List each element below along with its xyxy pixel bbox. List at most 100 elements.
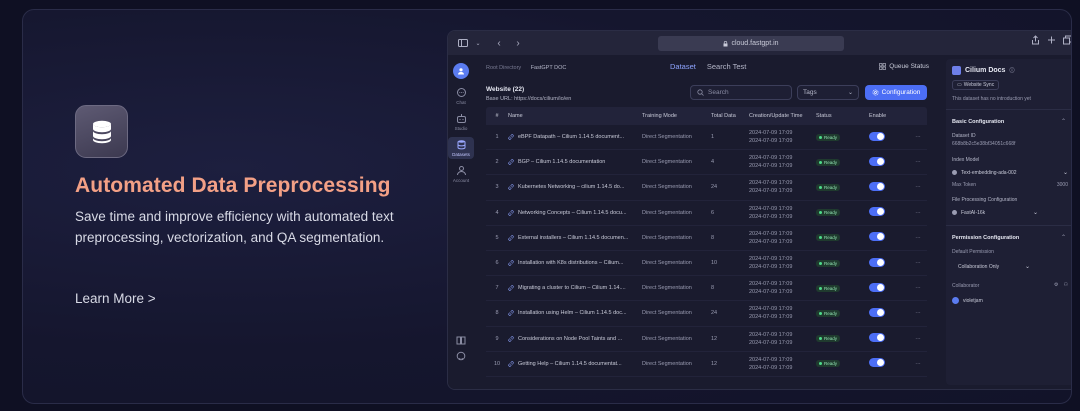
url-bar[interactable]: cloud.fastgpt.in [658, 36, 844, 51]
row-index: 10 [493, 360, 501, 367]
default-permission-label: Default Permission [952, 249, 994, 255]
table-row[interactable]: 2 BGP – Cilium 1.14.5 documentation Direct… [486, 150, 927, 176]
sidebar-toggle-icon[interactable] [456, 36, 470, 50]
nav-item-studio[interactable]: Studio [448, 113, 474, 131]
enable-toggle[interactable] [869, 156, 885, 166]
chevron-down-icon[interactable]: ⌄ [475, 36, 481, 50]
dataset-id-label: Dataset ID [952, 133, 976, 139]
table-row[interactable]: 3 Kubernetes Networking – cilium 1.14.5 d… [486, 175, 927, 201]
nav-item-chat[interactable]: Chat [448, 87, 474, 105]
more-options-icon[interactable]: ··· [909, 134, 927, 140]
row-name-cell[interactable]: External installers – Cilium 1.14.5 docu… [508, 235, 642, 241]
row-index: 2 [495, 159, 499, 166]
book-icon[interactable] [456, 335, 466, 345]
chevron-up-icon[interactable]: ⌃ [1061, 118, 1066, 125]
row-status: Ready [816, 259, 869, 267]
avatar[interactable] [453, 63, 469, 79]
share-icon[interactable] [1031, 35, 1040, 45]
row-name-cell[interactable]: Networking Concepts – Cilium 1.14.5 docu… [508, 210, 642, 216]
browser-titlebar: ⌄ ‹ › cloud.fastgpt.in [448, 31, 1072, 55]
table-header: # Name Training Mode Total Data Creation… [486, 107, 927, 125]
status-text: Ready [824, 184, 838, 190]
table-row[interactable]: 10 Getting Help – Cilium 1.14.5 documenta… [486, 352, 927, 377]
enable-toggle[interactable] [869, 181, 885, 191]
github-icon[interactable] [456, 351, 466, 361]
more-options-icon[interactable]: ··· [909, 310, 927, 316]
queue-status-button[interactable]: Queue Status [879, 63, 929, 70]
row-time: 2024-07-09 17:09 2024-07-09 17:09 [749, 331, 816, 347]
index-model-select[interactable]: Text-embedding-ada-002 ⌄ [952, 169, 1068, 176]
table-row[interactable]: 7 Migrating a cluster to Cilium – Cilium … [486, 276, 927, 302]
file-processing-select[interactable]: FastAI-16k ⌄ [952, 209, 1068, 216]
more-options-icon[interactable]: ··· [909, 361, 927, 367]
enable-toggle[interactable] [869, 282, 885, 292]
more-options-icon[interactable]: ··· [909, 336, 927, 342]
table-row[interactable]: 4 Networking Concepts – Cilium 1.14.5 doc… [486, 201, 927, 226]
chevron-up-icon[interactable]: ⌃ [1061, 234, 1066, 241]
row-status: Ready [816, 335, 869, 343]
row-status: Ready [816, 284, 869, 292]
enable-toggle[interactable] [869, 232, 885, 242]
enable-toggle[interactable] [869, 207, 885, 217]
table-row[interactable]: 9 Considerations on Node Pool Taints and … [486, 327, 927, 352]
database-icon [75, 105, 128, 158]
row-name-cell[interactable]: Installation using Helm – Cilium 1.14.5 … [508, 310, 642, 316]
enable-toggle[interactable] [869, 131, 885, 141]
tags-select[interactable]: Tags ⌄ [797, 85, 859, 100]
collaborator-name: violetjam [963, 297, 983, 304]
nav-item-account[interactable]: Account [448, 165, 474, 183]
row-name-cell[interactable]: Kubernetes Networking – cilium 1.14.5 do… [508, 184, 642, 190]
enable-toggle[interactable] [869, 333, 885, 343]
table-row[interactable]: 8 Installation using Helm – Cilium 1.14.5… [486, 301, 927, 327]
tab-search-test[interactable]: Search Test [707, 62, 746, 71]
row-name-cell[interactable]: Migrating a cluster to Cilium – Cilium 1… [508, 285, 642, 291]
tab-dataset[interactable]: Dataset [670, 62, 696, 71]
enable-toggle[interactable] [869, 358, 885, 368]
row-total-data: 10 [711, 260, 718, 267]
row-name-cell[interactable]: Getting Help – Cilium 1.14.5 documentat.… [508, 361, 642, 367]
nav-label: Datasets [452, 152, 470, 157]
learn-more-link[interactable]: Learn More > [75, 291, 156, 306]
configuration-label: Configuration [881, 89, 921, 96]
row-created: 2024-07-09 17:09 [749, 331, 793, 338]
table-row[interactable]: 5 External installers – Cilium 1.14.5 doc… [486, 226, 927, 251]
breadcrumb-current: FastGPT DOC [530, 65, 567, 71]
tabs-overview-icon[interactable] [1063, 35, 1072, 45]
enable-toggle[interactable] [869, 307, 885, 317]
settings-icon[interactable]: ⚙ [1054, 282, 1058, 288]
row-total-data: 24 [711, 310, 718, 317]
row-name: Installation with K8s distributions – Ci… [518, 260, 624, 267]
more-options-icon[interactable]: ··· [909, 184, 927, 190]
more-options-icon[interactable]: ··· [909, 285, 927, 291]
status-badge: Ready [816, 284, 841, 292]
status-text: Ready [824, 159, 838, 165]
index-model-value: Text-embedding-ada-002 [961, 169, 1017, 176]
row-name: Getting Help – Cilium 1.14.5 documentat.… [518, 360, 622, 367]
divider [946, 109, 1071, 110]
row-name-cell[interactable]: eBPF Datapath – Cilium 1.14.5 document..… [508, 134, 642, 140]
more-options-icon[interactable]: ··· [909, 210, 927, 216]
table-row[interactable]: 6 Installation with K8s distributions – C… [486, 251, 927, 277]
forward-arrow-icon[interactable]: › [511, 36, 525, 50]
search-input[interactable]: Search [690, 85, 792, 100]
table-row[interactable]: 1 eBPF Datapath – Cilium 1.14.5 document.… [486, 125, 927, 151]
row-name-cell[interactable]: Installation with K8s distributions – Ci… [508, 260, 642, 266]
row-total-data: 8 [711, 285, 715, 292]
row-name-cell[interactable]: BGP – Cilium 1.14.5 documentation [508, 159, 642, 165]
row-name-cell[interactable]: Considerations on Node Pool Taints and .… [508, 336, 642, 342]
website-sync-button[interactable]: ▭ Website Sync [952, 80, 1000, 90]
dataset-intro[interactable]: This dataset has no introduction yet [952, 96, 1031, 102]
breadcrumb-root[interactable]: Root Directory [486, 65, 521, 71]
new-tab-icon[interactable] [1047, 35, 1056, 45]
more-options-icon[interactable]: ··· [909, 159, 927, 165]
back-arrow-icon[interactable]: ‹ [492, 36, 506, 50]
more-options-icon[interactable]: ··· [909, 235, 927, 241]
default-permission-select[interactable]: Collaboration Only ⌄ [952, 260, 1034, 273]
enable-toggle[interactable] [869, 257, 885, 267]
configuration-button[interactable]: Configuration [865, 85, 927, 100]
more-options-icon[interactable]: ··· [909, 260, 927, 266]
nav-item-datasets[interactable]: Datasets [448, 137, 474, 159]
search-placeholder: Search [708, 89, 729, 96]
add-user-icon[interactable]: ⚇ [1064, 282, 1068, 288]
row-status: Ready [816, 234, 869, 242]
